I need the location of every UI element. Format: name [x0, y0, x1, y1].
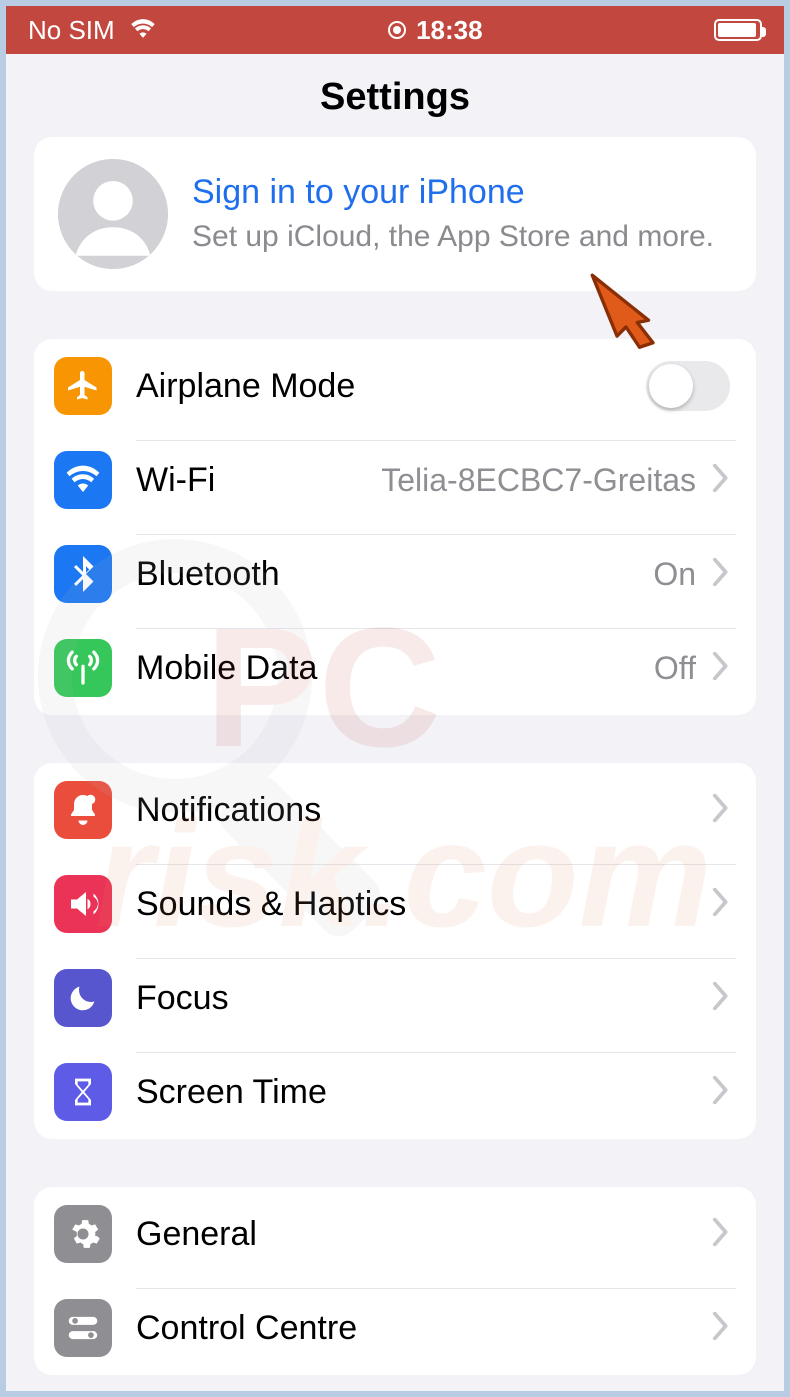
recording-indicator-icon: [388, 21, 406, 39]
chevron-right-icon: [712, 888, 730, 921]
chevron-right-icon: [712, 1312, 730, 1345]
switches-icon: [54, 1299, 112, 1357]
row-label: Sounds & Haptics: [136, 885, 406, 924]
row-label: Focus: [136, 979, 229, 1018]
status-right: [714, 19, 762, 41]
bell-icon: [54, 781, 112, 839]
chevron-right-icon: [712, 558, 730, 591]
wifi-status-icon: [129, 15, 157, 46]
row-label: Mobile Data: [136, 649, 317, 688]
status-center: 18:38: [388, 15, 483, 46]
row-label: General: [136, 1215, 257, 1254]
speaker-icon: [54, 875, 112, 933]
wifi-icon: [54, 451, 112, 509]
carrier-label: No SIM: [28, 15, 115, 46]
row-label: Screen Time: [136, 1073, 327, 1112]
bluetooth-icon: [54, 545, 112, 603]
signin-row[interactable]: Sign in to your iPhone Set up iCloud, th…: [34, 137, 756, 291]
row-sounds-haptics[interactable]: Sounds & Haptics: [34, 857, 756, 951]
row-value: Off: [654, 650, 696, 687]
chevron-right-icon: [712, 1076, 730, 1109]
signin-subtitle: Set up iCloud, the App Store and more.: [192, 218, 714, 256]
row-value: On: [653, 556, 696, 593]
chevron-right-icon: [712, 1218, 730, 1251]
airplane-switch[interactable]: [646, 361, 730, 411]
row-label: Control Centre: [136, 1309, 357, 1348]
row-focus[interactable]: Focus: [34, 951, 756, 1045]
row-wifi[interactable]: Wi-Fi Telia-8ECBC7-Greitas: [34, 433, 756, 527]
clock-label: 18:38: [416, 15, 483, 46]
moon-icon: [54, 969, 112, 1027]
row-value: Telia-8ECBC7-Greitas: [381, 462, 696, 499]
settings-group-system: General Control Centre: [34, 1187, 756, 1375]
gear-icon: [54, 1205, 112, 1263]
chevron-right-icon: [712, 982, 730, 1015]
status-left: No SIM: [28, 15, 157, 46]
signin-group: Sign in to your iPhone Set up iCloud, th…: [34, 137, 756, 291]
settings-group-attention: Notifications Sounds & Haptics Focus: [34, 763, 756, 1139]
cellular-icon: [54, 639, 112, 697]
chevron-right-icon: [712, 652, 730, 685]
row-general[interactable]: General: [34, 1187, 756, 1281]
row-label: Airplane Mode: [136, 367, 355, 406]
chevron-right-icon: [712, 794, 730, 827]
row-control-centre[interactable]: Control Centre: [34, 1281, 756, 1375]
page-title: Settings: [6, 54, 784, 137]
signin-text: Sign in to your iPhone Set up iCloud, th…: [192, 173, 714, 256]
avatar: [58, 159, 168, 269]
row-label: Wi-Fi: [136, 461, 215, 500]
row-notifications[interactable]: Notifications: [34, 763, 756, 857]
airplane-icon: [54, 357, 112, 415]
battery-icon: [714, 19, 762, 41]
hourglass-icon: [54, 1063, 112, 1121]
status-bar: No SIM 18:38: [6, 6, 784, 54]
row-label: Bluetooth: [136, 555, 280, 594]
row-mobile-data[interactable]: Mobile Data Off: [34, 621, 756, 715]
row-bluetooth[interactable]: Bluetooth On: [34, 527, 756, 621]
chevron-right-icon: [712, 464, 730, 497]
row-airplane-mode[interactable]: Airplane Mode: [34, 339, 756, 433]
signin-title: Sign in to your iPhone: [192, 173, 714, 212]
settings-group-connectivity: Airplane Mode Wi-Fi Telia-8ECBC7-Greitas: [34, 339, 756, 715]
row-label: Notifications: [136, 791, 321, 830]
row-screen-time[interactable]: Screen Time: [34, 1045, 756, 1139]
